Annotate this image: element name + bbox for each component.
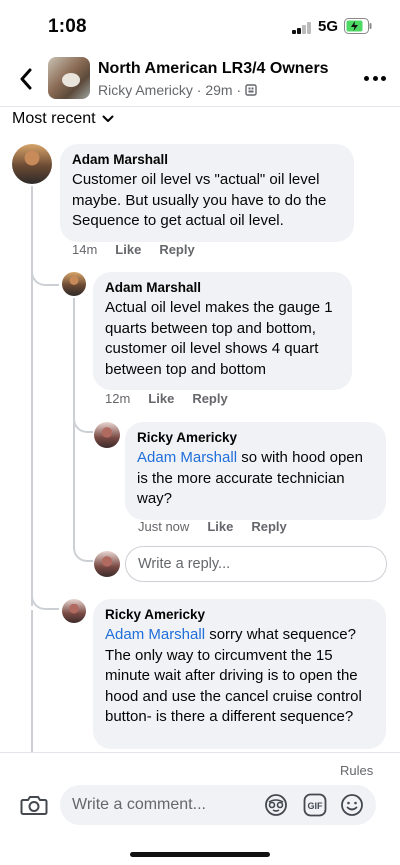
signal-icon — [292, 22, 312, 34]
comment-bubble: Adam Marshall Actual oil level makes the… — [93, 272, 352, 390]
sort-label: Most recent — [12, 110, 96, 127]
like-button[interactable]: Like — [148, 391, 174, 406]
comment-actions: Just now Like Reply — [138, 519, 287, 534]
comment-bubble: Ricky Americky Adam Marshall sorry what … — [93, 599, 386, 749]
avatar[interactable] — [62, 599, 86, 623]
comment-bubble: Adam Marshall Customer oil level vs "act… — [60, 144, 354, 242]
comment-bubble: Ricky Americky Adam Marshall so with hoo… — [125, 422, 386, 520]
status-bar: 1:08 5G — [0, 0, 400, 50]
comment-text: Customer oil level vs "actual" oil level… — [72, 171, 327, 229]
post-header: North American LR3/4 Owners Ricky Americ… — [0, 52, 400, 104]
status-time: 1:08 — [48, 16, 87, 37]
comment-author[interactable]: Ricky Americky — [105, 607, 374, 622]
back-button[interactable] — [14, 64, 38, 94]
rules-link[interactable]: Rules — [340, 763, 373, 778]
comment-text: Adam Marshall sorry what sequence? The o… — [105, 625, 374, 728]
reply-button[interactable]: Reply — [251, 519, 286, 534]
comment-actions: 12m Like Reply — [105, 391, 228, 406]
battery-icon — [344, 18, 372, 34]
emoji-icon[interactable] — [340, 793, 364, 817]
reply-button[interactable]: Reply — [159, 242, 194, 257]
like-button[interactable]: Like — [115, 242, 141, 257]
reply-input[interactable]: Write a reply... — [125, 546, 387, 582]
like-button[interactable]: Like — [207, 519, 233, 534]
comment-input[interactable]: Write a comment... GIF — [60, 785, 376, 825]
avatar[interactable] — [62, 272, 86, 296]
current-user-avatar — [94, 551, 120, 577]
chevron-down-icon — [102, 115, 114, 122]
avatar-sticker-icon[interactable] — [264, 793, 288, 817]
network-label: 5G — [318, 18, 339, 35]
thread-line — [31, 610, 33, 752]
group-title[interactable]: North American LR3/4 Owners — [98, 60, 329, 78]
chevron-left-icon — [20, 68, 32, 90]
gif-button[interactable]: GIF — [303, 793, 327, 817]
comment-actions: 14m Like Reply — [72, 242, 195, 257]
comment-text: Actual oil level makes the gauge 1 quart… — [105, 299, 333, 378]
comment-author[interactable]: Ricky Americky — [137, 430, 374, 445]
comment-time: 12m — [105, 391, 131, 406]
comment-author[interactable]: Adam Marshall — [72, 152, 342, 167]
post-author-time: Ricky Americky · 29m · — [98, 82, 242, 98]
header-divider — [0, 106, 400, 107]
home-indicator — [130, 852, 270, 857]
thread-connector — [31, 590, 59, 610]
comment-time: 14m — [72, 242, 98, 257]
comment-time: Just now — [138, 519, 190, 534]
thread-connector — [31, 262, 59, 286]
comment-composer: Rules Write a comment... GIF — [0, 752, 400, 865]
thread-connector — [73, 413, 93, 433]
thread-line — [31, 186, 33, 606]
post-subtitle: Ricky Americky · 29m · — [98, 82, 257, 98]
avatar[interactable] — [94, 422, 120, 448]
more-options-button[interactable] — [364, 70, 386, 86]
group-thumbnail[interactable] — [48, 57, 90, 99]
comment-text: Adam Marshall so with hood open is the m… — [137, 448, 374, 510]
camera-button[interactable] — [20, 791, 48, 819]
mention-link[interactable]: Adam Marshall — [105, 626, 205, 643]
comment-placeholder: Write a comment... — [72, 796, 206, 813]
mention-link[interactable]: Adam Marshall — [137, 449, 237, 466]
gif-label: GIF — [308, 801, 324, 811]
camera-icon — [20, 796, 48, 815]
sort-dropdown[interactable]: Most recent — [12, 110, 114, 128]
thread-connector — [73, 540, 93, 562]
avatar[interactable] — [12, 144, 52, 184]
reply-button[interactable]: Reply — [192, 391, 227, 406]
group-privacy-icon — [245, 84, 257, 96]
comment-author[interactable]: Adam Marshall — [105, 280, 340, 295]
